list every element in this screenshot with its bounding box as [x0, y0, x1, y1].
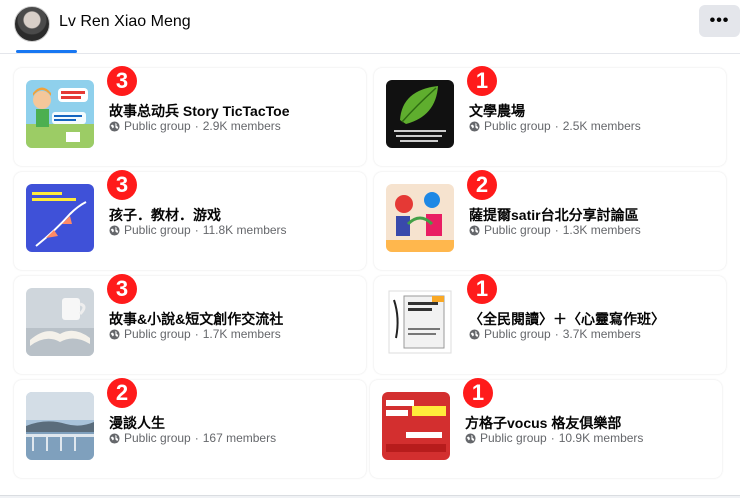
group-name[interactable]: 漫談人生: [109, 413, 165, 433]
group-card[interactable]: 3 故事&小說&短文創作交流社 Public group · 1.7K memb…: [14, 274, 366, 374]
privacy-label: Public group: [124, 431, 191, 445]
avatar[interactable]: [14, 6, 50, 42]
group-name[interactable]: 故事总动兵 Story TicTacToe: [109, 101, 289, 121]
group-meta: Public group · 167 members: [109, 431, 276, 445]
notification-badge: 2: [467, 170, 497, 200]
member-count: 3.7K members: [562, 327, 641, 341]
separator-dot: ·: [194, 223, 199, 237]
group-meta: Public group · 2.9K members: [109, 119, 281, 133]
group-meta: Public group · 3.7K members: [469, 327, 641, 341]
page-title[interactable]: Lv Ren Xiao Meng: [59, 13, 191, 31]
privacy-label: Public group: [124, 327, 191, 341]
member-count: 10.9K members: [558, 431, 644, 445]
group-name[interactable]: 孩子．教材．游戏: [109, 205, 221, 225]
privacy-label: Public group: [480, 431, 547, 445]
group-card[interactable]: 1 文學農場 Public group · 2.5K members: [374, 66, 726, 166]
separator-dot: ·: [554, 327, 559, 341]
notification-badge: 1: [463, 378, 493, 408]
more-options-icon: •••: [709, 12, 730, 29]
group-card[interactable]: 2 薩提爾satir台北分享討論區 Public group · 1.3K me…: [374, 170, 726, 270]
notification-badge: 3: [107, 274, 137, 304]
privacy-label: Public group: [124, 119, 191, 133]
group-card[interactable]: 3 故事总动兵 Story TicTacToe Public group · 2…: [14, 66, 366, 166]
member-count: 1.3K members: [562, 223, 641, 237]
group-card[interactable]: 2 漫談人生 Public group · 167 members: [14, 378, 366, 478]
separator-dot: ·: [550, 431, 555, 445]
privacy-label: Public group: [484, 327, 551, 341]
privacy-label: Public group: [484, 119, 551, 133]
group-name[interactable]: 故事&小說&短文創作交流社: [109, 309, 283, 329]
group-meta: Public group · 11.8K members: [109, 223, 287, 237]
group-name[interactable]: 薩提爾satir台北分享討論區: [469, 205, 639, 225]
group-thumbnail[interactable]: [382, 392, 450, 460]
group-name[interactable]: 方格子vocus 格友俱樂部: [465, 413, 621, 433]
privacy-label: Public group: [484, 223, 551, 237]
group-thumbnail[interactable]: [26, 184, 94, 252]
member-count: 2.9K members: [202, 119, 281, 133]
group-thumbnail[interactable]: [26, 288, 94, 356]
separator-dot: ·: [554, 223, 559, 237]
group-card[interactable]: 1 方格子vocus 格友俱樂部 Public group · 10.9K me…: [370, 378, 722, 478]
group-meta: Public group · 10.9K members: [465, 431, 643, 445]
group-card[interactable]: 1 〈全民閱讀〉＋〈心靈寫作班〉 Public group · 3.7K mem…: [374, 274, 726, 374]
member-count: 11.8K members: [202, 223, 287, 237]
globe-icon: [469, 328, 480, 340]
globe-icon: [109, 432, 120, 444]
groups-panel: Lv Ren Xiao Meng ••• 3 故事总动兵 Story TicTa…: [0, 0, 740, 496]
notification-badge: 2: [107, 378, 137, 408]
group-meta: Public group · 1.3K members: [469, 223, 641, 237]
globe-icon: [109, 120, 120, 132]
group-meta: Public group · 1.7K members: [109, 327, 281, 341]
group-thumbnail[interactable]: [26, 392, 94, 460]
notification-badge: 1: [467, 66, 497, 96]
separator-dot: ·: [194, 119, 199, 133]
globe-icon: [469, 120, 480, 132]
group-name[interactable]: 〈全民閱讀〉＋〈心靈寫作班〉: [469, 309, 665, 329]
group-card[interactable]: 3 孩子．教材．游戏 Public group · 11.8K members: [14, 170, 366, 270]
notification-badge: 3: [107, 170, 137, 200]
privacy-label: Public group: [124, 223, 191, 237]
notification-badge: 3: [107, 66, 137, 96]
group-thumbnail[interactable]: [26, 80, 94, 148]
notification-badge: 1: [467, 274, 497, 304]
group-meta: Public group · 2.5K members: [469, 119, 641, 133]
group-thumbnail[interactable]: [386, 80, 454, 148]
member-count: 1.7K members: [202, 327, 281, 341]
group-thumbnail[interactable]: [386, 288, 454, 356]
globe-icon: [469, 224, 480, 236]
group-name[interactable]: 文學農場: [469, 101, 525, 121]
globe-icon: [109, 328, 120, 340]
header-divider: [0, 53, 740, 54]
group-thumbnail[interactable]: [386, 184, 454, 252]
separator-dot: ·: [194, 431, 199, 445]
more-options-button[interactable]: •••: [699, 5, 740, 37]
member-count: 167 members: [202, 431, 277, 445]
globe-icon: [109, 224, 120, 236]
separator-dot: ·: [554, 119, 559, 133]
globe-icon: [465, 432, 476, 444]
profile-header: Lv Ren Xiao Meng •••: [0, 0, 740, 52]
member-count: 2.5K members: [562, 119, 641, 133]
separator-dot: ·: [194, 327, 199, 341]
